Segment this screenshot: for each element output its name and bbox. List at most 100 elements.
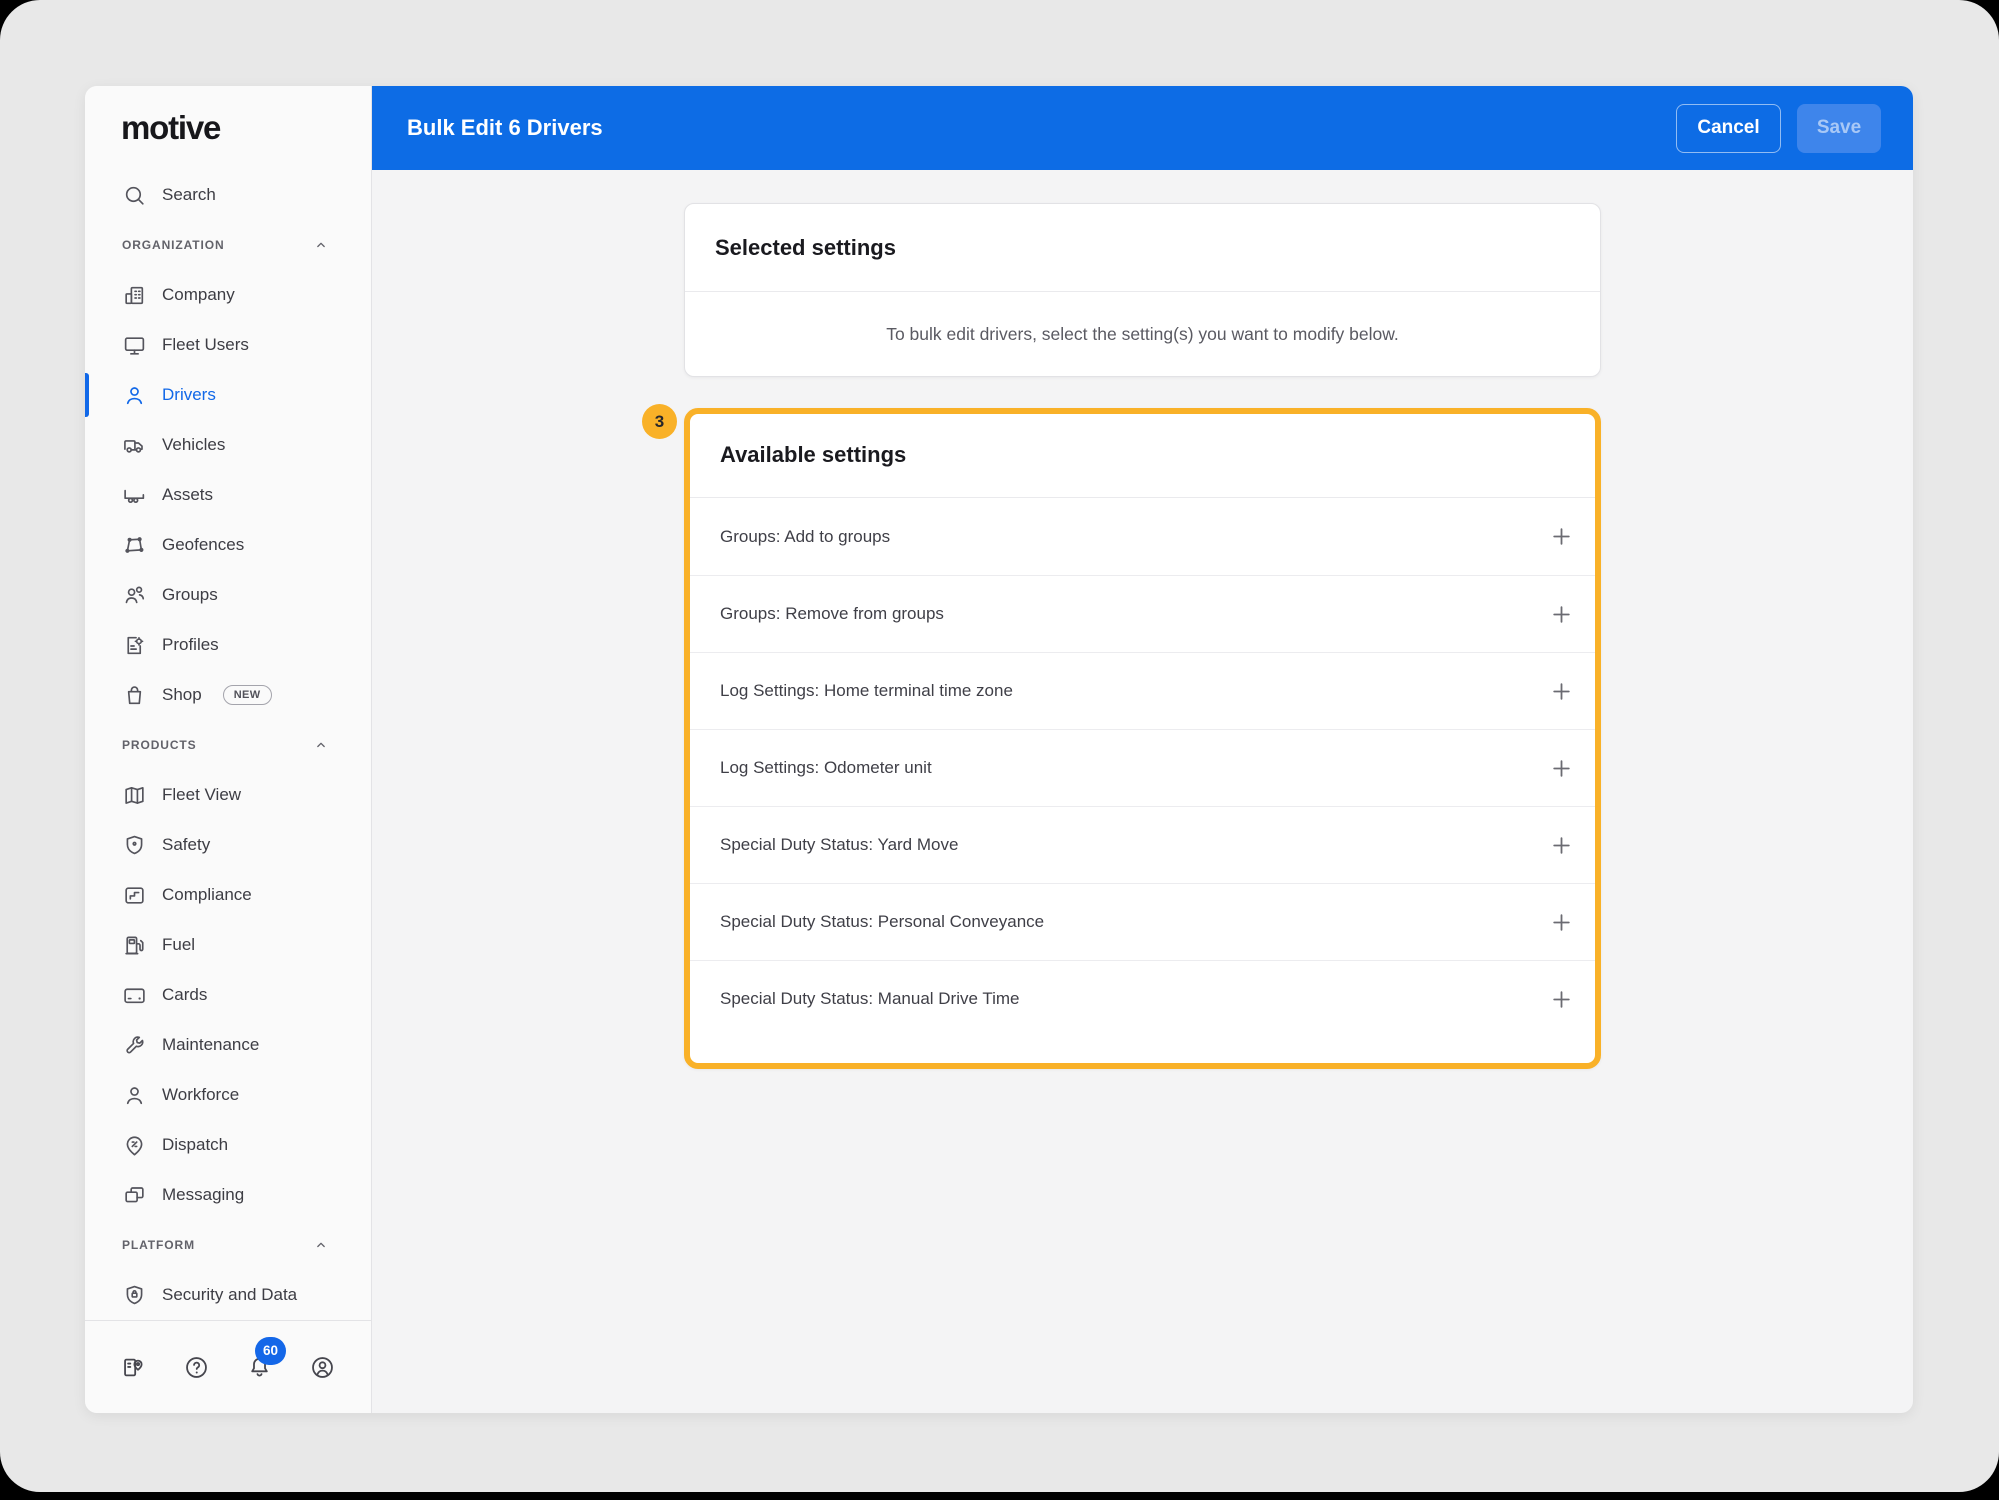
selected-settings-title: Selected settings bbox=[685, 204, 1600, 291]
plus-icon[interactable] bbox=[1548, 755, 1575, 782]
plus-icon[interactable] bbox=[1548, 678, 1575, 705]
sidebar-item-vehicles[interactable]: Vehicles bbox=[85, 420, 371, 470]
sidebar-item-label: Fleet View bbox=[162, 785, 241, 805]
plus-icon[interactable] bbox=[1548, 832, 1575, 859]
sidebar-nav: Search ORGANIZATION Company Fleet Users Driv… bbox=[85, 170, 371, 1320]
sidebar-item-label: Geofences bbox=[162, 535, 244, 555]
active-indicator bbox=[85, 373, 89, 417]
sidebar-item-label: Groups bbox=[162, 585, 218, 605]
plus-icon[interactable] bbox=[1548, 523, 1575, 550]
sidebar-item-cards[interactable]: Cards bbox=[85, 970, 371, 1020]
sidebar-item-label: Fleet Users bbox=[162, 335, 249, 355]
sidebar-item-fuel[interactable]: Fuel bbox=[85, 920, 371, 970]
logo-container: motive bbox=[85, 86, 371, 170]
sidebar-item-messaging[interactable]: Messaging bbox=[85, 1170, 371, 1220]
setting-row-groups-add-to-groups[interactable]: Groups: Add to groups bbox=[690, 498, 1595, 575]
sidebar-item-label: Profiles bbox=[162, 635, 219, 655]
save-button[interactable]: Save bbox=[1797, 104, 1881, 153]
dispatch-pin-icon bbox=[122, 1133, 147, 1158]
notifications-button[interactable]: 60 bbox=[246, 1354, 273, 1381]
cancel-button[interactable]: Cancel bbox=[1676, 104, 1781, 153]
section-label: PLATFORM bbox=[122, 1238, 195, 1252]
sidebar-item-label: Vehicles bbox=[162, 435, 225, 455]
new-badge: NEW bbox=[223, 685, 272, 705]
selected-settings-empty-message: To bulk edit drivers, select the setting… bbox=[685, 292, 1600, 376]
available-settings-list: Groups: Add to groups Groups: Remove from… bbox=[690, 498, 1595, 1063]
sidebar-item-label: Company bbox=[162, 285, 235, 305]
page-header: Bulk Edit 6 Drivers Cancel Save bbox=[372, 86, 1913, 170]
sidebar-item-company[interactable]: Company bbox=[85, 270, 371, 320]
truck-icon bbox=[122, 433, 147, 458]
sidebar-section-organization[interactable]: ORGANIZATION bbox=[85, 220, 371, 270]
plus-icon[interactable] bbox=[1548, 601, 1575, 628]
setting-row-log-settings-home-terminal-time-zone[interactable]: Log Settings: Home terminal time zone bbox=[690, 652, 1595, 729]
monitor-icon bbox=[122, 333, 147, 358]
fuel-pump-icon bbox=[122, 933, 147, 958]
sidebar-item-label: Maintenance bbox=[162, 1035, 259, 1055]
setting-label: Groups: Add to groups bbox=[720, 527, 890, 547]
setting-row-special-duty-status-manual-drive-time[interactable]: Special Duty Status: Manual Drive Time bbox=[690, 960, 1595, 1037]
sidebar-item-assets[interactable]: Assets bbox=[85, 470, 371, 520]
sidebar-item-maintenance[interactable]: Maintenance bbox=[85, 1020, 371, 1070]
setting-label: Special Duty Status: Manual Drive Time bbox=[720, 989, 1020, 1009]
sidebar-item-groups[interactable]: Groups bbox=[85, 570, 371, 620]
account-button[interactable] bbox=[309, 1354, 336, 1381]
plus-icon[interactable] bbox=[1548, 986, 1575, 1013]
wrench-icon bbox=[122, 1033, 147, 1058]
sidebar-item-label: Security and Data bbox=[162, 1285, 297, 1305]
sidebar-item-label: Safety bbox=[162, 835, 210, 855]
map-icon bbox=[122, 783, 147, 808]
plus-icon[interactable] bbox=[1548, 909, 1575, 936]
guide-map-icon bbox=[120, 1354, 147, 1381]
sidebar-item-dispatch[interactable]: Dispatch bbox=[85, 1120, 371, 1170]
sidebar-item-geofences[interactable]: Geofences bbox=[85, 520, 371, 570]
sidebar-item-shop[interactable]: Shop NEW bbox=[85, 670, 371, 720]
setting-label: Special Duty Status: Yard Move bbox=[720, 835, 958, 855]
help-button[interactable] bbox=[183, 1354, 210, 1381]
sidebar-item-safety[interactable]: Safety bbox=[85, 820, 371, 870]
chevron-up-icon bbox=[311, 735, 331, 755]
help-icon bbox=[183, 1354, 210, 1381]
shield-icon bbox=[122, 833, 147, 858]
notification-count-badge: 60 bbox=[255, 1337, 286, 1365]
compliance-chart-icon bbox=[122, 883, 147, 908]
credit-card-icon bbox=[122, 983, 147, 1008]
sidebar-item-label: Search bbox=[162, 185, 216, 205]
chevron-up-icon bbox=[311, 1235, 331, 1255]
driver-person-icon bbox=[122, 383, 147, 408]
sidebar-item-fleet-users[interactable]: Fleet Users bbox=[85, 320, 371, 370]
sidebar-item-label: Compliance bbox=[162, 885, 252, 905]
guide-button[interactable] bbox=[120, 1354, 147, 1381]
setting-row-special-duty-status-yard-move[interactable]: Special Duty Status: Yard Move bbox=[690, 806, 1595, 883]
sidebar-item-fleet-view[interactable]: Fleet View bbox=[85, 770, 371, 820]
messaging-icon bbox=[122, 1183, 147, 1208]
available-settings-card: 3 Available settings Groups: Add to grou… bbox=[684, 408, 1601, 1069]
setting-row-log-settings-odometer-unit[interactable]: Log Settings: Odometer unit bbox=[690, 729, 1595, 806]
sidebar-item-drivers[interactable]: Drivers bbox=[85, 370, 371, 420]
motive-logo: motive bbox=[121, 109, 220, 147]
setting-row-special-duty-status-personal-conveyance[interactable]: Special Duty Status: Personal Conveyance bbox=[690, 883, 1595, 960]
page-title: Bulk Edit 6 Drivers bbox=[407, 115, 1676, 141]
sidebar-item-search[interactable]: Search bbox=[85, 170, 371, 220]
people-group-icon bbox=[122, 583, 147, 608]
sidebar-section-products[interactable]: PRODUCTS bbox=[85, 720, 371, 770]
sidebar-item-compliance[interactable]: Compliance bbox=[85, 870, 371, 920]
setting-row-groups-remove-from-groups[interactable]: Groups: Remove from groups bbox=[690, 575, 1595, 652]
setting-label: Log Settings: Home terminal time zone bbox=[720, 681, 1013, 701]
sidebar: motive Search ORGANIZATION Company Fleet Us… bbox=[85, 86, 372, 1413]
sidebar-item-profiles[interactable]: Profiles bbox=[85, 620, 371, 670]
sidebar-item-security-and-data[interactable]: Security and Data bbox=[85, 1270, 371, 1320]
shield-lock-icon bbox=[122, 1283, 147, 1308]
section-label: ORGANIZATION bbox=[122, 238, 225, 252]
selection-count-badge: 3 bbox=[642, 404, 677, 439]
sidebar-item-label: Drivers bbox=[162, 385, 216, 405]
person-icon bbox=[122, 1083, 147, 1108]
sidebar-item-workforce[interactable]: Workforce bbox=[85, 1070, 371, 1120]
sidebar-item-label: Assets bbox=[162, 485, 213, 505]
sidebar-item-label: Shop bbox=[162, 685, 202, 705]
chevron-up-icon bbox=[311, 235, 331, 255]
setting-label: Groups: Remove from groups bbox=[720, 604, 944, 624]
account-icon bbox=[309, 1354, 336, 1381]
sidebar-item-label: Messaging bbox=[162, 1185, 244, 1205]
sidebar-section-platform[interactable]: PLATFORM bbox=[85, 1220, 371, 1270]
